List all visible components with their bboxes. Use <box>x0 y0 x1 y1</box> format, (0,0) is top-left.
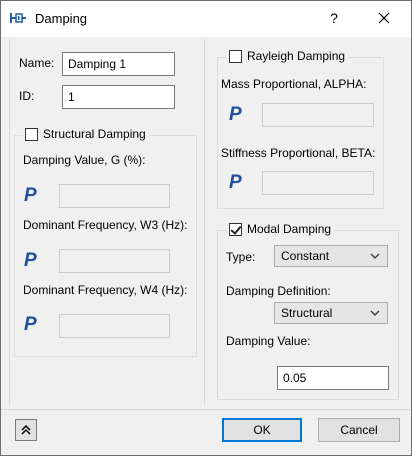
close-button[interactable] <box>367 5 401 31</box>
parameter-p-icon[interactable]: P <box>23 185 41 205</box>
parameter-p-icon[interactable]: P <box>23 314 41 334</box>
help-button[interactable]: ? <box>319 5 349 31</box>
w3-field[interactable] <box>59 249 170 273</box>
modal-damping-checkbox[interactable] <box>229 222 242 236</box>
mass-proportional-label: Mass Proportional, ALPHA: <box>221 77 367 91</box>
structural-damping-title: Structural Damping <box>43 127 146 141</box>
rayleigh-damping-toggle[interactable]: Rayleigh Damping <box>227 49 349 63</box>
svg-text:P: P <box>229 172 242 192</box>
w4-label: Dominant Frequency, W4 (Hz): <box>23 283 188 297</box>
type-select-value: Constant <box>281 249 330 263</box>
left-panel-border <box>9 39 10 405</box>
id-field[interactable]: 1 <box>62 85 175 109</box>
window-title: Damping <box>35 11 88 26</box>
damping-definition-value: Structural <box>281 306 333 320</box>
type-select[interactable]: Constant <box>274 245 388 267</box>
damping-value-g-label: Damping Value, G (%): <box>23 153 146 167</box>
modal-damping-value-label: Damping Value: <box>226 334 311 348</box>
parameter-p-icon[interactable]: P <box>23 250 41 270</box>
damping-definition-select[interactable]: Structural <box>274 302 388 324</box>
chevron-down-icon <box>370 310 380 316</box>
id-label: ID: <box>19 89 35 103</box>
modal-damping-value-field[interactable]: 0.05 <box>277 366 389 390</box>
name-field[interactable]: Damping 1 <box>62 52 175 76</box>
damper-icon <box>10 13 26 23</box>
chevron-double-up-icon <box>21 424 31 435</box>
svg-text:P: P <box>24 185 37 205</box>
mass-proportional-field[interactable] <box>262 103 374 127</box>
svg-text:P: P <box>24 250 37 270</box>
structural-damping-checkbox[interactable] <box>25 127 38 141</box>
parameter-p-icon[interactable]: P <box>228 172 246 192</box>
modal-damping-toggle[interactable]: Modal Damping <box>227 222 335 236</box>
w3-label: Dominant Frequency, W3 (Hz): <box>23 218 188 232</box>
svg-text:P: P <box>24 314 37 334</box>
chevron-down-icon <box>370 253 380 259</box>
damping-dialog: Damping ? Name: Damping 1 ID: 1 Structur… <box>0 0 412 456</box>
type-label: Type: <box>226 250 256 264</box>
w4-field[interactable] <box>59 314 170 338</box>
ok-button[interactable]: OK <box>222 418 302 442</box>
expand-button[interactable] <box>15 419 37 441</box>
structural-damping-toggle[interactable]: Structural Damping <box>23 127 149 141</box>
title-bar: Damping ? <box>1 1 411 37</box>
name-label: Name: <box>19 56 55 70</box>
close-icon <box>378 12 390 24</box>
stiffness-proportional-label: Stiffness Proportional, BETA: <box>221 146 376 160</box>
rayleigh-damping-title: Rayleigh Damping <box>247 49 346 63</box>
damping-definition-label: Damping Definition: <box>226 284 331 298</box>
footer-divider <box>1 409 411 410</box>
svg-text:P: P <box>229 104 242 124</box>
modal-damping-title: Modal Damping <box>247 222 332 236</box>
rayleigh-damping-checkbox[interactable] <box>229 49 242 63</box>
stiffness-proportional-field[interactable] <box>262 171 374 195</box>
parameter-p-icon[interactable]: P <box>228 104 246 124</box>
damping-value-g-field[interactable] <box>59 184 170 208</box>
cancel-button[interactable]: Cancel <box>318 418 400 442</box>
panel-divider <box>204 39 205 405</box>
